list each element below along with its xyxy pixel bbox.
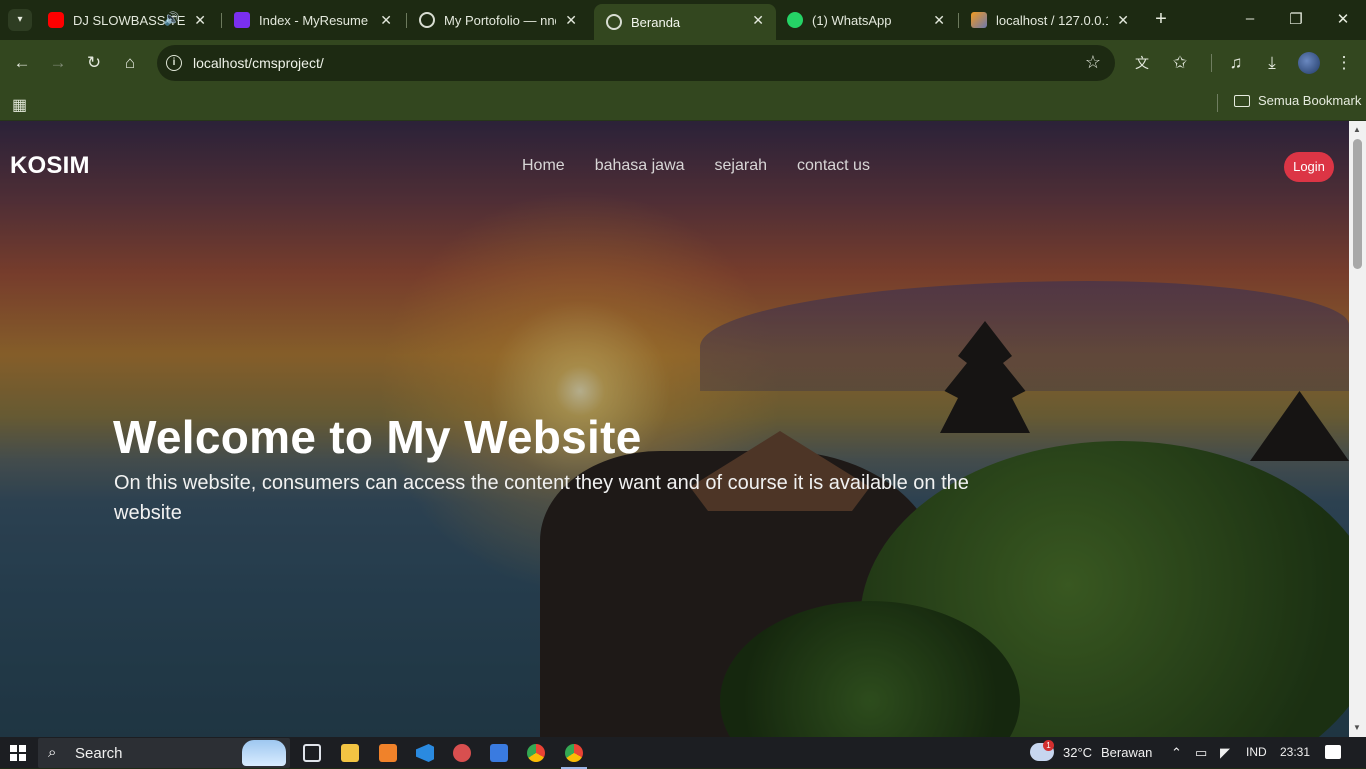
scroll-down-icon[interactable]: ▼ bbox=[1353, 723, 1361, 732]
url-text[interactable]: localhost/cmsproject/ bbox=[193, 55, 324, 71]
store-icon[interactable] bbox=[490, 744, 508, 762]
weather-temp[interactable]: 32°C bbox=[1063, 745, 1092, 760]
chrome-active-icon[interactable] bbox=[561, 744, 587, 769]
toolbar-divider bbox=[1211, 54, 1212, 72]
browser-toolbar: ← → ↻ ⌂ i localhost/cmsproject/ ☆ 文 ✩ ♫ … bbox=[0, 40, 1366, 86]
xampp-icon[interactable] bbox=[379, 744, 397, 762]
globe-icon bbox=[606, 14, 622, 30]
vscode-icon[interactable] bbox=[416, 744, 434, 762]
wifi-icon[interactable]: ◤ bbox=[1220, 745, 1230, 761]
close-tab-icon[interactable]: ✕ bbox=[380, 12, 392, 29]
profile-avatar[interactable] bbox=[1298, 52, 1320, 74]
phpmyadmin-icon bbox=[971, 12, 987, 28]
tab-strip: ▾ DJ SLOWBASS TE 🔊 ✕ Index - MyResume Bo… bbox=[0, 0, 1366, 40]
tab-title: localhost / 127.0.0.1 / bbox=[996, 12, 1108, 28]
tab-title: Index - MyResume Bo bbox=[259, 12, 371, 28]
nav-links: Home bahasa jawa sejarah contact us bbox=[522, 157, 870, 175]
close-tab-icon[interactable]: ✕ bbox=[933, 12, 945, 29]
youtube-icon bbox=[48, 12, 64, 28]
weather-badge: 1 bbox=[1043, 740, 1054, 751]
tab-title: My Portofolio — nnd bbox=[444, 12, 556, 28]
close-tab-icon[interactable]: ✕ bbox=[565, 12, 577, 29]
nav-home[interactable]: Home bbox=[522, 157, 565, 175]
weather-desc[interactable]: Berawan bbox=[1101, 745, 1152, 760]
bookmarks-divider bbox=[1217, 94, 1218, 112]
site-navbar: KOSIM Home bahasa jawa sejarah contact u… bbox=[0, 121, 1349, 211]
back-icon[interactable]: ← bbox=[10, 52, 34, 74]
chevron-up-icon[interactable]: ⌃ bbox=[1171, 745, 1182, 761]
windows-start-icon[interactable] bbox=[10, 745, 26, 761]
home-icon[interactable]: ⌂ bbox=[118, 52, 142, 74]
all-bookmarks-label: Semua Bookmark bbox=[1258, 93, 1362, 108]
tab-title: (1) WhatsApp bbox=[812, 12, 892, 28]
scroll-thumb[interactable] bbox=[1353, 139, 1362, 269]
nav-bahasa-jawa[interactable]: bahasa jawa bbox=[595, 157, 685, 175]
translate-icon[interactable]: 文 bbox=[1130, 52, 1154, 74]
tab-phpmyadmin[interactable]: localhost / 127.0.0.1 / ✕ bbox=[959, 4, 1141, 36]
tab-beranda[interactable]: Beranda ✕ bbox=[594, 4, 776, 40]
task-view-icon[interactable] bbox=[303, 744, 321, 762]
reload-icon[interactable]: ↻ bbox=[82, 52, 106, 74]
app-icon[interactable] bbox=[453, 744, 471, 762]
clock[interactable]: 23:31 bbox=[1280, 745, 1310, 759]
file-explorer-icon[interactable] bbox=[341, 744, 359, 762]
new-tab-icon[interactable]: + bbox=[1151, 8, 1171, 31]
favorites-icon[interactable]: ✩ bbox=[1168, 52, 1192, 74]
all-bookmarks-button[interactable]: Semua Bookmark bbox=[1234, 93, 1361, 108]
page-scrollbar[interactable]: ▲ ▼ bbox=[1349, 121, 1366, 737]
download-icon[interactable]: ⤓ bbox=[1260, 52, 1284, 74]
tab-myresume[interactable]: Index - MyResume Bo ✕ bbox=[222, 4, 404, 36]
bookmark-star-icon[interactable]: ☆ bbox=[1085, 52, 1101, 73]
menu-icon[interactable]: ⋮ bbox=[1332, 52, 1356, 74]
page-viewport: KOSIM Home bahasa jawa sejarah contact u… bbox=[0, 121, 1349, 737]
bookmarks-bar: ▦ Semua Bookmark bbox=[0, 86, 1366, 121]
notification-icon[interactable] bbox=[1325, 745, 1341, 759]
taskbar-search-label: Search bbox=[75, 745, 123, 762]
windows-taskbar: ⌕ Search 1 32°C Berawan ⌃ ▭ ◤ IND 23:31 bbox=[0, 737, 1366, 769]
battery-icon[interactable]: ▭ bbox=[1195, 745, 1207, 761]
address-bar[interactable]: i localhost/cmsproject/ ☆ bbox=[157, 45, 1115, 81]
close-tab-icon[interactable]: ✕ bbox=[194, 12, 206, 29]
nav-contact-us[interactable]: contact us bbox=[797, 157, 870, 175]
close-window-icon[interactable]: ✕ bbox=[1333, 10, 1353, 28]
search-icon: ⌕ bbox=[48, 744, 57, 761]
media-control-icon[interactable]: ♫ bbox=[1224, 52, 1248, 74]
tab-youtube[interactable]: DJ SLOWBASS TE 🔊 ✕ bbox=[36, 4, 218, 36]
globe-icon bbox=[419, 12, 435, 28]
site-info-icon[interactable]: i bbox=[166, 55, 182, 71]
bootstrap-icon bbox=[234, 12, 250, 28]
language-indicator[interactable]: IND bbox=[1246, 745, 1267, 759]
folder-icon bbox=[1234, 94, 1250, 107]
hero-subtitle: On this website, consumers can access th… bbox=[114, 472, 969, 524]
tab-portofolio[interactable]: My Portofolio — nnd ✕ bbox=[407, 4, 589, 36]
site-brand[interactable]: KOSIM bbox=[10, 152, 90, 180]
nav-sejarah[interactable]: sejarah bbox=[715, 157, 767, 175]
login-button[interactable]: Login bbox=[1284, 152, 1334, 182]
whatsapp-icon bbox=[787, 12, 803, 28]
speaker-icon[interactable]: 🔊 bbox=[164, 11, 180, 27]
close-tab-icon[interactable]: ✕ bbox=[1117, 12, 1129, 29]
chrome-icon[interactable] bbox=[527, 744, 545, 762]
tab-search-icon[interactable]: ▾ bbox=[8, 9, 32, 31]
tab-whatsapp[interactable]: (1) WhatsApp ✕ bbox=[775, 4, 957, 36]
close-tab-icon[interactable]: ✕ bbox=[752, 12, 764, 29]
search-highlight-icon[interactable] bbox=[242, 740, 286, 766]
hero-title: Welcome to My Website bbox=[113, 411, 642, 463]
forward-icon[interactable]: → bbox=[46, 52, 70, 74]
restore-icon[interactable]: ❐ bbox=[1286, 10, 1306, 28]
tab-title: Beranda bbox=[631, 14, 681, 30]
apps-grid-icon[interactable]: ▦ bbox=[12, 95, 27, 115]
scroll-up-icon[interactable]: ▲ bbox=[1353, 125, 1361, 134]
minimize-icon[interactable]: – bbox=[1240, 10, 1260, 27]
taskbar-search[interactable]: ⌕ Search bbox=[38, 738, 290, 768]
